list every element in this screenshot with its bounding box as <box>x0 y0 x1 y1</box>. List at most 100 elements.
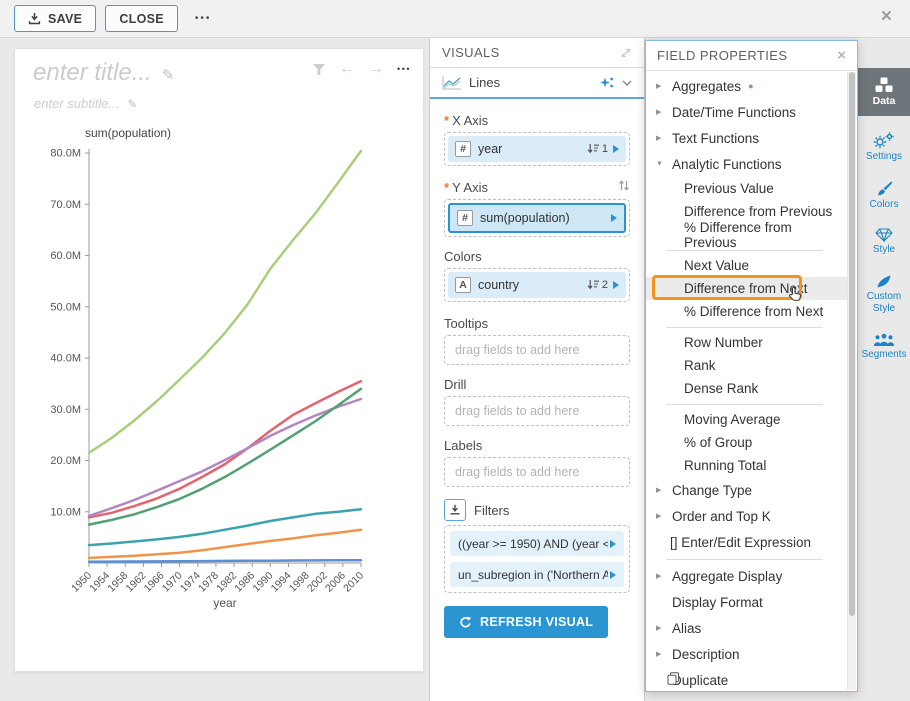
menu-item-aggregates[interactable]: ▶Aggregates● <box>646 73 847 99</box>
field-menu-arrow-icon[interactable] <box>610 571 616 579</box>
scrollbar-thumb[interactable] <box>849 72 855 616</box>
menu-item-label: Description <box>672 647 740 662</box>
menu-item-label: Difference from Previous <box>684 204 832 219</box>
field-pill-sum-population[interactable]: # sum(population) <box>448 203 626 233</box>
field-properties-popover: FIELD PROPERTIES × ▶Aggregates●▶Date/Tim… <box>645 40 858 692</box>
menu-item-dense-rank[interactable]: Dense Rank <box>646 377 847 400</box>
sidebar-tab-settings[interactable]: Settings <box>858 132 910 164</box>
field-menu-arrow-icon[interactable] <box>613 281 619 289</box>
menu-item-difference-from-next[interactable]: % Difference from Next <box>646 300 847 323</box>
menu-item-row-number[interactable]: Row Number <box>646 331 847 354</box>
menu-item-label: % Difference from Next <box>684 304 823 319</box>
x-axis-shelf-label: X Axis <box>444 113 630 128</box>
menu-item-analytic-functions[interactable]: ▼Analytic Functions <box>646 151 847 177</box>
menu-divider <box>666 250 823 251</box>
menu-item-next-value[interactable]: Next Value <box>646 254 847 277</box>
menu-item-label: Row Number <box>684 335 763 350</box>
caret-right-icon: ▶ <box>656 82 661 90</box>
menu-item-date-time-functions[interactable]: ▶Date/Time Functions <box>646 99 847 125</box>
svg-text:year: year <box>213 596 236 610</box>
svg-text:60.0M: 60.0M <box>50 250 81 262</box>
svg-text:sum(population): sum(population) <box>85 126 171 140</box>
sidebar-tab-style[interactable]: Style <box>858 228 910 257</box>
field-pill-country[interactable]: A country 2 <box>448 272 626 298</box>
menu-item-label: Analytic Functions <box>672 157 782 172</box>
sidebar-tab-data[interactable]: Data <box>858 68 910 116</box>
close-button[interactable]: CLOSE <box>105 5 178 32</box>
caret-right-icon: ▶ <box>656 572 661 580</box>
toolbar-more-icon[interactable]: ••• <box>195 13 212 24</box>
add-filter-button[interactable] <box>444 499 466 521</box>
window-close-icon[interactable]: × <box>881 6 892 29</box>
field-pill-year[interactable]: # year 1 <box>448 136 626 162</box>
menu-item-label: % of Group <box>684 435 752 450</box>
menu-item-enter-edit-expression[interactable]: [] Enter/Edit Expression <box>646 529 847 555</box>
menu-item-alias[interactable]: ▶Alias <box>646 615 847 641</box>
caret-right-icon: ▶ <box>656 108 661 116</box>
menu-item-running-total[interactable]: Running Total <box>646 454 847 477</box>
menu-item-duplicate[interactable]: Duplicate <box>646 667 847 693</box>
svg-text:2010: 2010 <box>341 570 366 595</box>
svg-text:10.0M: 10.0M <box>50 506 81 518</box>
drill-shelf-label: Drill <box>444 377 630 392</box>
menu-item-label: Moving Average <box>684 412 781 427</box>
filters-shelf-label: Filters <box>474 503 509 518</box>
chart-type-selector[interactable]: Lines <box>430 68 644 99</box>
menu-item-previous-value[interactable]: Previous Value <box>646 177 847 200</box>
labels-shelf[interactable]: drag fields to add here <box>444 457 630 487</box>
refresh-visual-button[interactable]: REFRESH VISUAL <box>444 606 608 638</box>
menu-item-label: Difference from Next <box>684 281 808 296</box>
field-menu-arrow-icon[interactable] <box>613 145 619 153</box>
caret-right-icon: ▶ <box>656 650 661 658</box>
tooltips-shelf[interactable]: drag fields to add here <box>444 335 630 365</box>
menu-item-difference-from-previous[interactable]: % Difference from Previous <box>646 223 847 246</box>
menu-item-of-group[interactable]: % of Group <box>646 431 847 454</box>
sidebar-tab-colors[interactable]: Colors <box>858 181 910 212</box>
menu-item-label: Aggregates <box>672 79 741 94</box>
sidebar-tab-segments[interactable]: Segments <box>858 333 910 362</box>
menu-divider <box>666 559 823 560</box>
gem-icon <box>875 228 893 242</box>
download-icon <box>28 12 41 25</box>
expand-panel-icon[interactable] <box>620 47 632 59</box>
menu-item-label: Display Format <box>672 595 763 610</box>
menu-item-order-and-top-k[interactable]: ▶Order and Top K <box>646 503 847 529</box>
menu-item-rank[interactable]: Rank <box>646 354 847 377</box>
field-menu-arrow-icon[interactable] <box>610 540 616 548</box>
numeric-type-badge: # <box>455 141 471 157</box>
smart-suggest-sparkle-icon[interactable] <box>599 76 614 90</box>
field-menu-arrow-icon[interactable] <box>611 214 617 222</box>
menu-item-label: Change Type <box>672 483 752 498</box>
filter-expression: ((year >= 1950) AND (year <=... <box>458 537 608 551</box>
chevron-down-icon[interactable] <box>622 80 632 86</box>
menu-item-label: Alias <box>672 621 701 636</box>
svg-text:50.0M: 50.0M <box>50 301 81 313</box>
menu-item-label: Duplicate <box>672 673 728 688</box>
colors-shelf-label: Colors <box>444 249 630 264</box>
menu-item-label: [] Enter/Edit Expression <box>670 535 811 550</box>
menu-item-label: Running Total <box>684 458 766 473</box>
menu-item-difference-from-next[interactable]: Difference from Next <box>646 277 847 300</box>
x-axis-shelf: # year 1 <box>444 132 630 166</box>
save-button-label: SAVE <box>48 12 82 26</box>
swap-axes-icon[interactable] <box>618 179 630 192</box>
y-axis-shelf: # sum(population) <box>444 199 630 237</box>
menu-item-text-functions[interactable]: ▶Text Functions <box>646 125 847 151</box>
duplicate-copy-icon <box>667 672 680 688</box>
scrollbar-track[interactable] <box>847 72 856 690</box>
menu-item-display-format[interactable]: Display Format <box>646 589 847 615</box>
menu-item-aggregate-display[interactable]: ▶Aggregate Display <box>646 563 847 589</box>
filter-pill-1[interactable]: ((year >= 1950) AND (year <=... <box>450 531 624 556</box>
filter-pill-2[interactable]: un_subregion in ('Northern Af... <box>450 562 624 587</box>
menu-item-moving-average[interactable]: Moving Average <box>646 408 847 431</box>
chart-type-label: Lines <box>469 75 500 90</box>
field-properties-close-icon[interactable]: × <box>837 47 846 64</box>
svg-text:70.0M: 70.0M <box>50 199 81 211</box>
sidebar-tab-custom-style[interactable]: Custom Style <box>858 274 910 316</box>
menu-item-change-type[interactable]: ▶Change Type <box>646 477 847 503</box>
caret-right-icon: ▶ <box>656 512 661 520</box>
drill-shelf[interactable]: drag fields to add here <box>444 396 630 426</box>
save-button[interactable]: SAVE <box>14 5 96 32</box>
menu-item-label: Dense Rank <box>684 381 758 396</box>
menu-item-description[interactable]: ▶ Description <box>646 641 847 667</box>
